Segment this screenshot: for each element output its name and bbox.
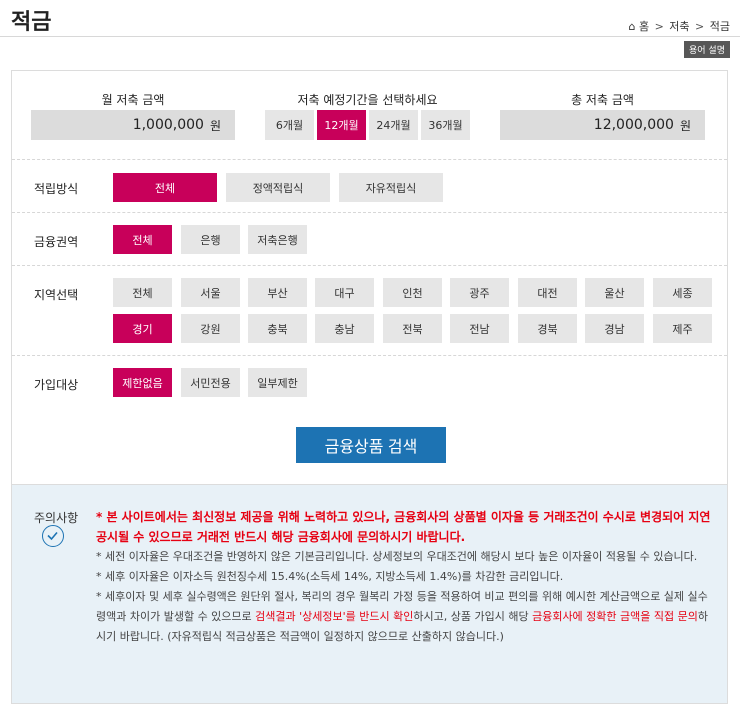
search-panel: 월 저축 금액 1,000,000 원 저축 예정기간을 선택하세요 6개월 1… (11, 70, 728, 485)
region-option-jeonbuk[interactable]: 전북 (383, 314, 442, 343)
chevron-right-icon: > (695, 20, 705, 33)
total-amount-value: 12,000,000 (593, 117, 674, 133)
region-option-gyeongnam[interactable]: 경남 (585, 314, 644, 343)
region-option-gyeongbuk[interactable]: 경북 (518, 314, 577, 343)
product-search-button[interactable]: 금융상품 검색 (296, 427, 446, 463)
chevron-right-icon: > (654, 20, 664, 33)
region-option-incheon[interactable]: 인천 (383, 278, 442, 307)
breadcrumb: ⌂ 홈 > 저축 > 적금 (628, 18, 730, 34)
region-option-jeju[interactable]: 제주 (653, 314, 712, 343)
region-option-daejeon[interactable]: 대전 (518, 278, 577, 307)
notice-section: 주의사항 * 본 사이트에서는 최신정보 제공을 위해 노력하고 있으나, 금융… (11, 485, 728, 704)
sector-label: 금융권역 (34, 235, 79, 249)
breadcrumb-installment: 적금 (709, 20, 730, 33)
method-option-fixed[interactable]: 정액적립식 (226, 173, 330, 202)
region-option-ulsan[interactable]: 울산 (585, 278, 644, 307)
region-option-daegu[interactable]: 대구 (315, 278, 374, 307)
region-option-gangwon[interactable]: 강원 (181, 314, 240, 343)
method-option-free[interactable]: 자유적립식 (339, 173, 443, 202)
sector-option-savings-bank[interactable]: 저축은행 (248, 225, 307, 254)
breadcrumb-savings[interactable]: 저축 (669, 18, 689, 34)
monthly-amount-value: 1,000,000 (132, 117, 204, 133)
period-12-button[interactable]: 12개월 (317, 110, 366, 140)
region-option-busan[interactable]: 부산 (248, 278, 307, 307)
method-option-all[interactable]: 전체 (113, 173, 217, 202)
total-amount-unit: 원 (679, 118, 691, 133)
region-option-gyeonggi[interactable]: 경기 (113, 314, 172, 343)
monthly-amount-label: 월 저축 금액 (101, 93, 165, 107)
divider (12, 212, 727, 213)
region-option-chungbuk[interactable]: 충북 (248, 314, 307, 343)
region-option-gwangju[interactable]: 광주 (450, 278, 509, 307)
region-option-jeonnam[interactable]: 전남 (450, 314, 509, 343)
period-label: 저축 예정기간을 선택하세요 (297, 93, 438, 107)
check-circle-icon (42, 525, 64, 547)
breadcrumb-home[interactable]: 홈 (639, 18, 649, 34)
divider (12, 355, 727, 356)
total-amount-label: 총 저축 금액 (571, 93, 634, 107)
notice-text-segment: 하시고, 상품 가입시 해당 (413, 610, 533, 623)
target-option-low-income[interactable]: 서민전용 (181, 368, 240, 397)
period-36-button[interactable]: 36개월 (421, 110, 470, 140)
title-divider (0, 36, 740, 37)
page-title: 적금 (11, 10, 52, 35)
target-option-unrestricted[interactable]: 제한없음 (113, 368, 172, 397)
region-option-seoul[interactable]: 서울 (181, 278, 240, 307)
notice-highlight: 검색결과 '상세정보'를 반드시 확인 (255, 610, 414, 623)
notice-highlight: 금융회사에 정확한 금액을 직접 문의 (532, 610, 698, 623)
notice-line-actual-amount: * 세후이자 및 세후 실수령액은 원단위 절사, 복리의 경우 월복리 가정 … (96, 587, 716, 647)
notice-line-aftertax: * 세후 이자율은 이자소득 원천징수세 15.4%(소득세 14%, 지방소득… (96, 570, 564, 583)
home-icon[interactable]: ⌂ (628, 20, 635, 33)
target-label: 가입대상 (34, 378, 79, 392)
total-amount-field: 12,000,000 원 (500, 110, 705, 140)
notice-text: * 본 사이트에서는 최신정보 제공을 위해 노력하고 있으나, 금융회사의 상… (96, 507, 716, 647)
target-option-partial[interactable]: 일부제한 (248, 368, 307, 397)
notice-warning: * 본 사이트에서는 최신정보 제공을 위해 노력하고 있으나, 금융회사의 상… (96, 510, 711, 544)
monthly-amount-field[interactable]: 1,000,000 원 (31, 110, 235, 140)
method-label: 적립방식 (34, 182, 79, 196)
term-help-button[interactable]: 용어 설명 (684, 41, 730, 58)
divider (12, 159, 727, 160)
period-6-button[interactable]: 6개월 (265, 110, 314, 140)
region-option-sejong[interactable]: 세종 (653, 278, 712, 307)
notice-line-pretax: * 세전 이자율은 우대조건을 반영하지 않은 기본금리입니다. 상세정보의 우… (96, 550, 698, 563)
sector-option-all[interactable]: 전체 (113, 225, 172, 254)
sector-option-bank[interactable]: 은행 (181, 225, 240, 254)
region-option-all[interactable]: 전체 (113, 278, 172, 307)
region-label: 지역선택 (34, 288, 79, 302)
period-24-button[interactable]: 24개월 (369, 110, 418, 140)
monthly-amount-unit: 원 (209, 118, 221, 133)
region-option-chungnam[interactable]: 충남 (315, 314, 374, 343)
notice-label: 주의사항 (34, 511, 79, 525)
divider (12, 265, 727, 266)
